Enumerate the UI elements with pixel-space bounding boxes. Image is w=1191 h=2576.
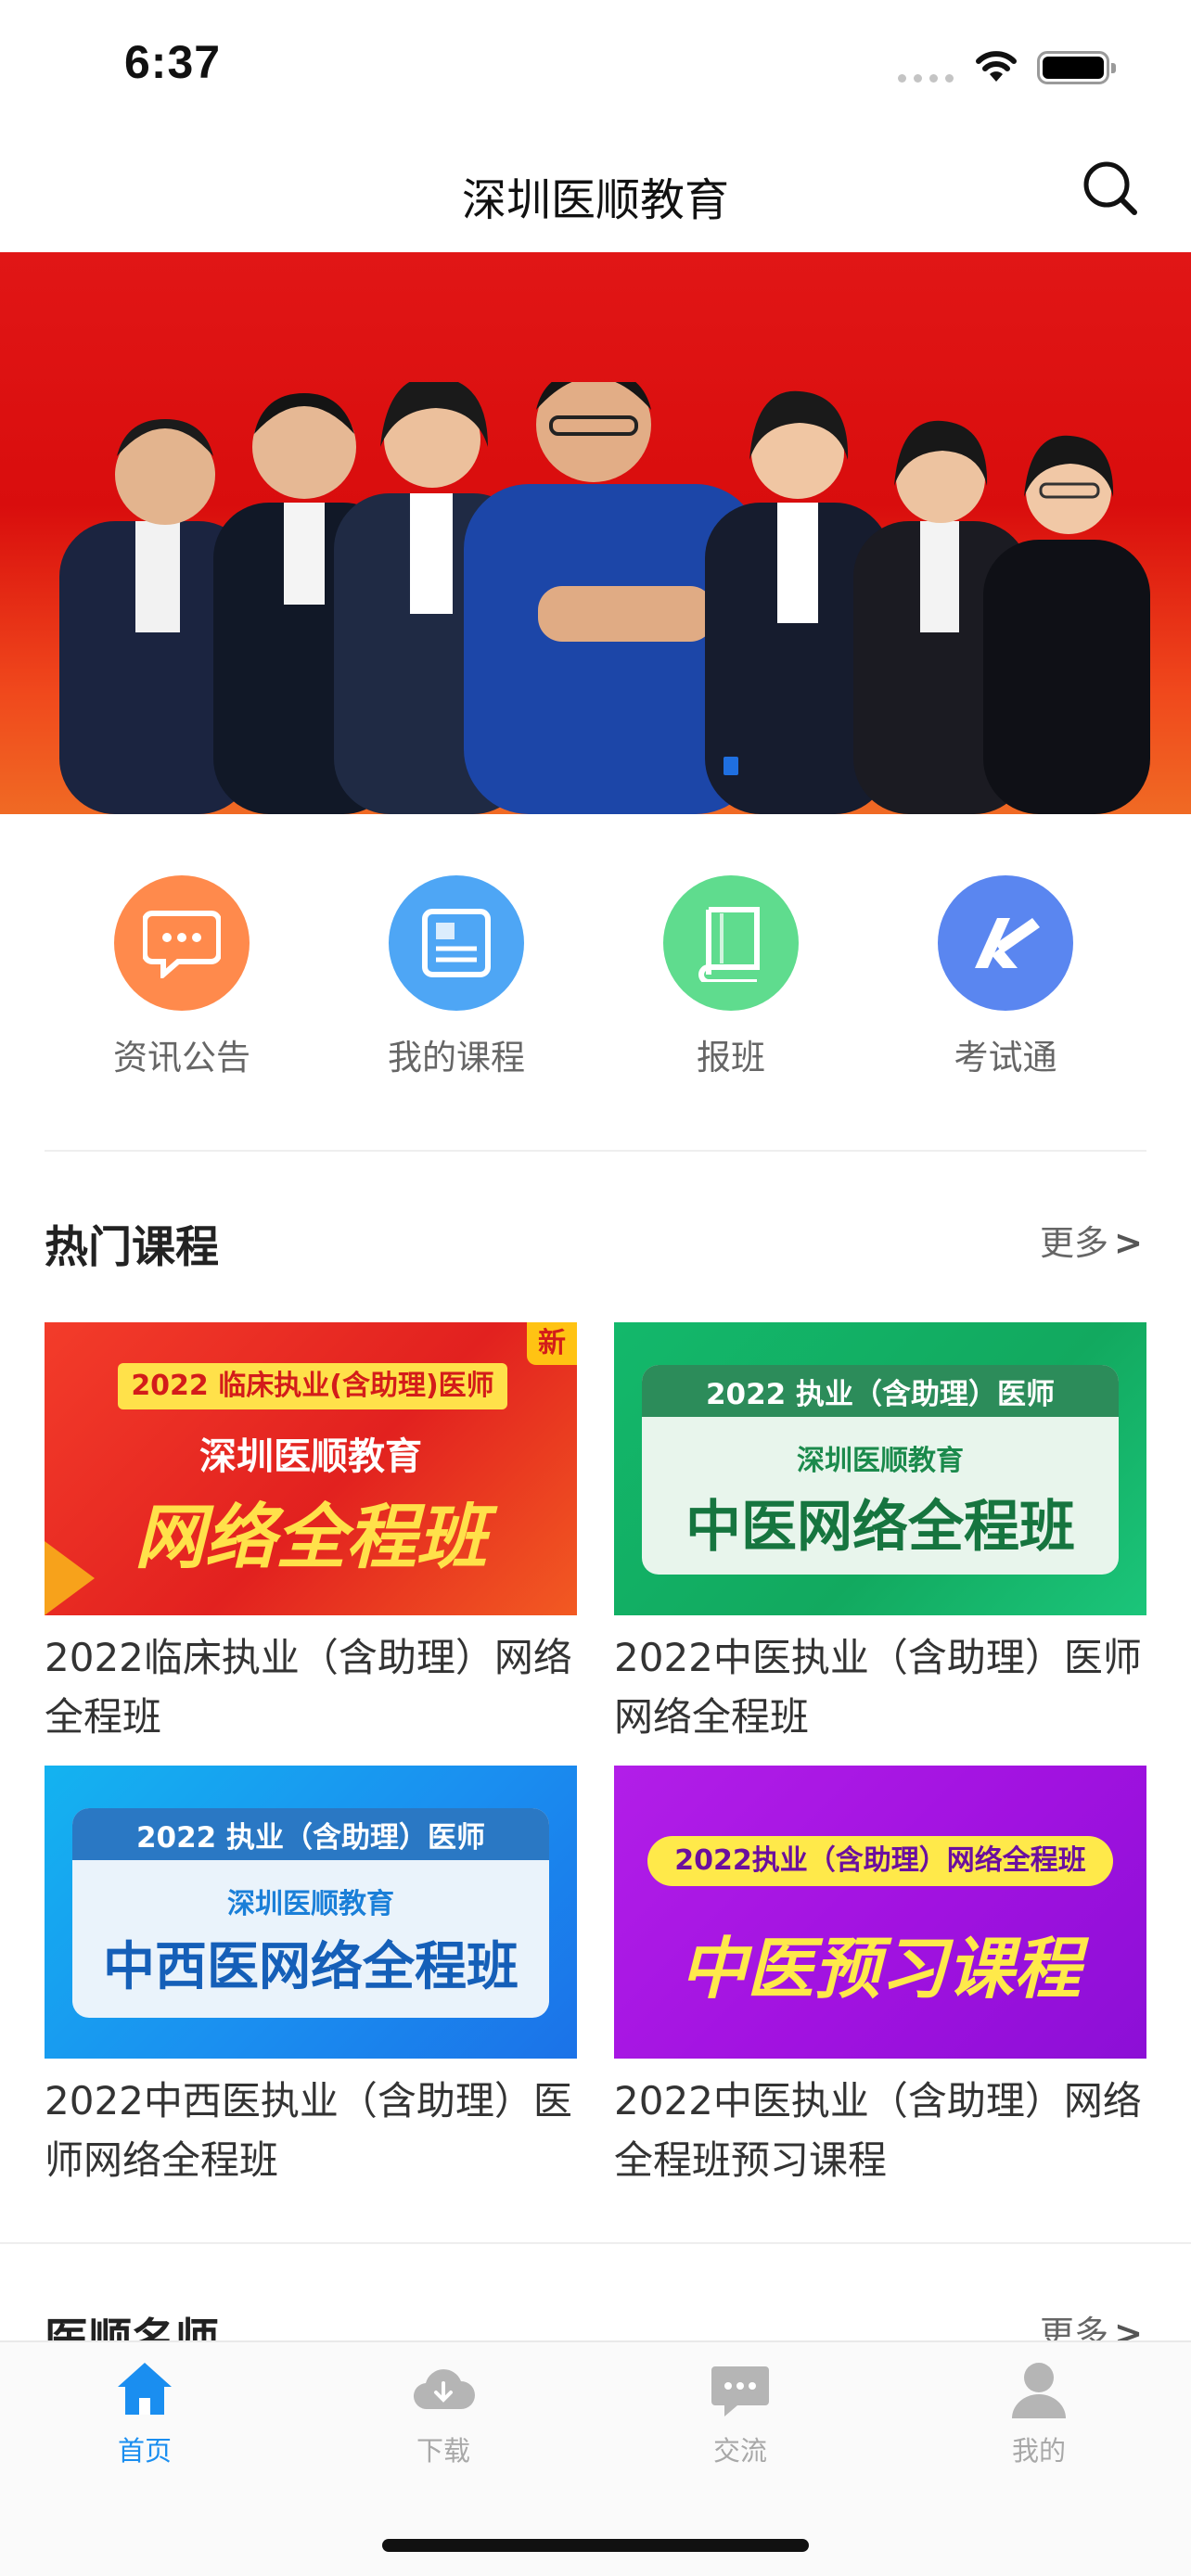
tab-label: 我的 bbox=[1011, 2435, 1066, 2467]
tab-home[interactable]: 首页 bbox=[52, 2357, 237, 2468]
thumbnail-brand: 深圳医顺教育 bbox=[227, 1888, 394, 1920]
quick-item-enroll[interactable]: 报班 bbox=[610, 875, 852, 1079]
course-thumbnail: 2022执业（含助理）网络全程班 中医预习课程 bbox=[614, 1766, 1146, 2059]
course-thumbnail: 2022 执业（含助理）医师 深圳医顺教育 中西医网络全程班 bbox=[45, 1766, 577, 2059]
course-document-icon bbox=[389, 875, 524, 1011]
course-title: 2022临床执业（含助理）网络全程班 bbox=[45, 1635, 572, 1740]
quick-item-label: 我的课程 bbox=[388, 1038, 525, 1078]
thumbnail-main-text: 中医网络全程班 bbox=[685, 1495, 1075, 1560]
tab-label: 下载 bbox=[416, 2435, 470, 2467]
thumbnail-tag-text: 2022 执业（含助理）医师 bbox=[135, 1821, 486, 1855]
thumbnail-tag-text: 2022执业（含助理）网络全程班 bbox=[647, 1836, 1113, 1886]
tab-mine[interactable]: 我的 bbox=[946, 2357, 1132, 2468]
course-thumbnail: 2022 执业（含助理）医师 深圳医顺教育 中医网络全程班 bbox=[614, 1322, 1146, 1615]
thumbnail-main-text: 中医预习课程 bbox=[679, 1930, 1081, 2008]
new-badge: 新 bbox=[527, 1322, 577, 1365]
tab-download[interactable]: 下载 bbox=[351, 2357, 536, 2468]
cellular-signal-icon bbox=[898, 74, 954, 83]
book-icon bbox=[663, 875, 799, 1011]
carousel-indicator bbox=[724, 757, 738, 775]
quick-item-label: 资讯公告 bbox=[113, 1038, 250, 1078]
quick-item-news[interactable]: 资讯公告 bbox=[61, 875, 302, 1079]
page-title: 深圳医顺教育 bbox=[461, 174, 729, 226]
cloud-download-icon bbox=[413, 2369, 475, 2410]
quick-item-exam[interactable]: 考试通 bbox=[885, 875, 1126, 1079]
battery-icon bbox=[1037, 51, 1116, 84]
chat-bubble-icon bbox=[114, 875, 250, 1011]
status-bar: 6:37 bbox=[0, 0, 1191, 130]
thumbnail-brand: 深圳医顺教育 bbox=[797, 1445, 964, 1477]
course-title: 2022中医执业（含助理）医师网络全程班 bbox=[614, 1635, 1142, 1740]
thumbnail-tag-text: 2022 执业（含助理）医师 bbox=[705, 1378, 1056, 1411]
chat-icon bbox=[711, 2366, 769, 2417]
thumbnail-brand: 深圳医顺教育 bbox=[199, 1435, 422, 1478]
course-card[interactable]: 2022 临床执业(含助理)医师 深圳医顺教育 网络全程班 新 2022临床执业… bbox=[45, 1322, 577, 1747]
thumbnail-tag: 2022 临床执业(含助理)医师 bbox=[76, 1363, 549, 1409]
tab-label: 交流 bbox=[712, 2435, 767, 2467]
home-indicator bbox=[382, 2539, 809, 2552]
section-title-hot-courses: 热门课程 bbox=[45, 1222, 219, 1273]
banner-carousel[interactable] bbox=[0, 252, 1191, 814]
tab-label: 首页 bbox=[117, 2435, 172, 2467]
hot-courses-more-link[interactable]: 更多 > bbox=[1040, 1215, 1143, 1265]
search-icon[interactable] bbox=[1082, 159, 1139, 217]
tab-chat[interactable]: 交流 bbox=[647, 2357, 833, 2468]
divider bbox=[45, 1150, 1146, 1152]
quick-item-my-courses[interactable]: 我的课程 bbox=[336, 875, 577, 1079]
course-thumbnail: 2022 临床执业(含助理)医师 深圳医顺教育 网络全程班 新 bbox=[45, 1322, 577, 1615]
chevron-right-icon: > bbox=[1113, 1223, 1143, 1263]
course-card[interactable]: 2022 执业（含助理）医师 深圳医顺教育 中医网络全程班 2022中医执业（含… bbox=[614, 1322, 1146, 1747]
quick-item-label: 考试通 bbox=[954, 1038, 1057, 1078]
quick-item-label: 报班 bbox=[697, 1038, 765, 1078]
more-label: 更多 bbox=[1039, 1223, 1108, 1263]
course-card[interactable]: 2022执业（含助理）网络全程班 中医预习课程 2022中医执业（含助理）网络全… bbox=[614, 1766, 1146, 2190]
user-icon bbox=[1012, 2363, 1066, 2418]
banner-teachers-image bbox=[59, 382, 1150, 814]
wifi-icon bbox=[976, 51, 1017, 82]
thumbnail-tag-text: 2022 临床执业(含助理)医师 bbox=[118, 1363, 507, 1409]
divider bbox=[0, 2242, 1191, 2244]
quick-menu: 资讯公告 我的课程 报班 考试通 bbox=[0, 875, 1191, 1098]
status-time: 6:37 bbox=[124, 36, 222, 88]
home-icon bbox=[118, 2363, 172, 2415]
nav-bar: 深圳医顺教育 bbox=[0, 130, 1191, 252]
course-title: 2022中西医执业（含助理）医师网络全程班 bbox=[45, 2078, 572, 2183]
course-card[interactable]: 2022 执业（含助理）医师 深圳医顺教育 中西医网络全程班 2022中西医执业… bbox=[45, 1766, 577, 2190]
course-title: 2022中医执业（含助理）网络全程班预习课程 bbox=[614, 2078, 1142, 2183]
thumbnail-main-text: 中西医网络全程班 bbox=[103, 1937, 519, 1997]
exam-pen-icon bbox=[938, 875, 1073, 1011]
thumbnail-main-text: 网络全程班 bbox=[134, 1496, 487, 1578]
